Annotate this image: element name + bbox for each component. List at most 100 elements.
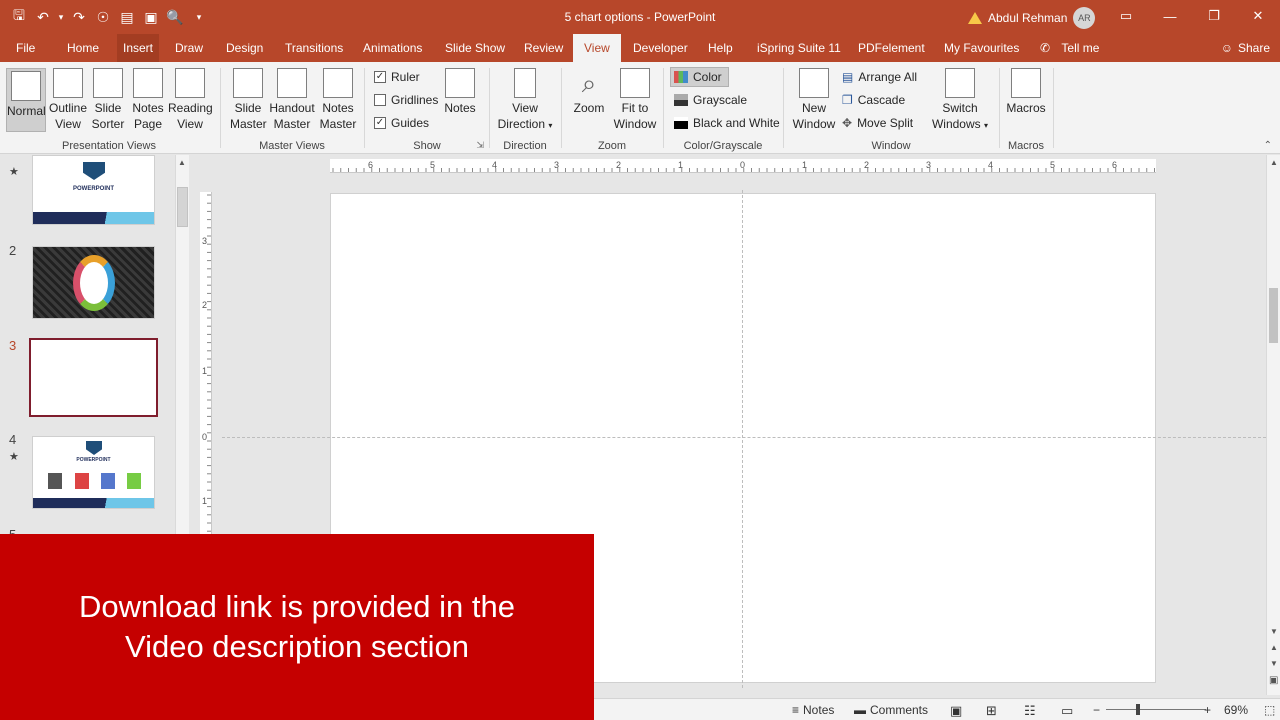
fit-slide-status-icon[interactable]: ⬚ (1264, 703, 1275, 717)
guides-checkbox[interactable]: ✓ Guides (374, 116, 429, 130)
scrollbar-thumb[interactable] (1269, 288, 1278, 343)
slide-master-button[interactable]: Slide Master (230, 68, 267, 132)
fit-slide-icon[interactable]: ▣ (1269, 675, 1278, 686)
tab-ispring[interactable]: iSpring Suite 11 (757, 34, 841, 62)
group-label: Master Views (259, 140, 325, 152)
tab-file[interactable]: File (16, 34, 35, 62)
tab-help[interactable]: Help (708, 34, 733, 62)
scrollbar-thumb[interactable] (177, 187, 188, 227)
slide-area-scrollbar[interactable]: ▲ ▼ ▲ ▼ ▣ (1266, 155, 1280, 695)
avatar[interactable]: AR (1073, 7, 1096, 29)
normal-view-status-icon[interactable]: ▣ (950, 703, 962, 719)
next-slide-icon[interactable]: ▼ (1270, 659, 1278, 668)
tab-pdfelement[interactable]: PDFelement (858, 34, 925, 62)
notes-status-button[interactable]: ≡ Notes (792, 703, 834, 717)
zoom-slider-thumb[interactable] (1136, 704, 1140, 715)
black-and-white-button[interactable]: Black and White (674, 116, 780, 130)
tab-developer[interactable]: Developer (633, 34, 688, 62)
arrange-all-button[interactable]: ▤ Arrange All (842, 70, 917, 84)
dialog-launcher-icon[interactable]: ⇲ (476, 140, 484, 151)
tab-view[interactable]: View (573, 34, 621, 62)
group-label: Zoom (597, 140, 627, 152)
notes-toggle-button[interactable]: Notes (442, 68, 478, 116)
gridlines-checkbox[interactable]: Gridlines (374, 93, 438, 107)
user-name: Abdul Rehman (988, 11, 1068, 25)
zoom-level[interactable]: 69% (1224, 703, 1248, 717)
checkbox-checked-icon[interactable]: ✓ (374, 117, 386, 129)
tab-slide-show[interactable]: Slide Show (445, 34, 505, 62)
zoom-button[interactable]: ⌕ Zoom (570, 68, 608, 116)
previous-slide-icon[interactable]: ▲ (1270, 643, 1278, 652)
tab-animations[interactable]: Animations (363, 34, 422, 62)
zoom-in-icon[interactable]: + (1204, 703, 1211, 717)
slide-show-status-icon[interactable]: ▭ (1061, 703, 1073, 719)
slide-thumbnail-3-selected[interactable] (29, 338, 158, 417)
slide-sorter-status-icon[interactable]: ⊞ (986, 703, 997, 719)
scroll-up-icon[interactable]: ▲ (1270, 158, 1278, 167)
scroll-up-icon[interactable]: ▲ (178, 158, 186, 167)
zoom-slider-track[interactable] (1106, 709, 1206, 710)
color-button[interactable]: Color (670, 67, 729, 87)
view-direction-button[interactable]: View Direction ▾ (494, 68, 556, 134)
outline-view-icon (53, 68, 83, 98)
notes-master-button[interactable]: Notes Master (318, 68, 358, 132)
slide-thumbnail-1[interactable]: POWERPOINT (32, 155, 155, 225)
new-window-button[interactable]: New Window (792, 68, 836, 132)
collapse-ribbon-icon[interactable]: ⌃ (1264, 140, 1272, 151)
title-bar: 🖫 ↶ ▾ ↷ ☉ ▤ ▣ 🔍 ▾ 5 chart options - Powe… (0, 0, 1280, 34)
horizontal-ruler[interactable]: 6 5 4 3 2 1 0 1 2 3 4 5 6 (330, 159, 1156, 173)
fit-to-window-button[interactable]: Fit to Window (612, 68, 658, 132)
slide-thumbnail-4[interactable]: POWERPOINT (32, 436, 155, 509)
notes-page-button[interactable]: Notes Page (130, 68, 166, 132)
restore-icon[interactable]: ❐ (1192, 0, 1236, 32)
group-label: Macros (1007, 140, 1045, 152)
ruler-checkbox[interactable]: ✓ Ruler (374, 70, 420, 84)
cascade-button[interactable]: ❐ Cascade (842, 93, 905, 107)
minimize-icon[interactable]: — (1148, 0, 1192, 32)
group-divider (220, 68, 221, 148)
handout-master-button[interactable]: Handout Master (268, 68, 316, 132)
move-split-button[interactable]: ✥ Move Split (842, 116, 913, 130)
slide-thumbnail-2[interactable] (32, 246, 155, 319)
scroll-down-icon[interactable]: ▼ (1270, 627, 1278, 636)
macros-button[interactable]: Macros (1004, 68, 1048, 116)
tab-draw[interactable]: Draw (175, 34, 203, 62)
checkbox-unchecked-icon[interactable] (374, 94, 386, 106)
ribbon-display-options-icon[interactable]: ▭ (1104, 0, 1148, 32)
tab-my-favourites[interactable]: My Favourites (944, 34, 1019, 62)
vertical-ruler[interactable]: 3 2 1 0 1 (200, 192, 212, 537)
vertical-guide[interactable] (742, 190, 743, 688)
warning-icon[interactable] (968, 12, 982, 24)
ruler-label: 5 (430, 160, 436, 170)
tab-transitions[interactable]: Transitions (285, 34, 343, 62)
ruler-label: 4 (988, 160, 994, 170)
reading-view-button[interactable]: Reading View (168, 68, 213, 132)
checkbox-checked-icon[interactable]: ✓ (374, 71, 386, 83)
share-button[interactable]: ☺ Share (1221, 34, 1270, 62)
close-icon[interactable]: ✕ (1236, 0, 1280, 32)
ruler-label: 0 (740, 160, 746, 170)
tell-me-search[interactable]: ✆ Tell me (1040, 34, 1099, 62)
reading-view-status-icon[interactable]: ☷ (1024, 703, 1036, 719)
switch-windows-button[interactable]: Switch Windows ▾ (928, 68, 992, 134)
tab-design[interactable]: Design (226, 34, 263, 62)
thumbnail-band (33, 498, 154, 508)
normal-view-button[interactable]: Normal (6, 68, 46, 132)
ruler-label: 0 (202, 432, 208, 442)
view-direction-label: Direction ▾ (497, 117, 553, 131)
user-account[interactable]: Abdul Rehman AR (968, 7, 1096, 29)
outline-view-button[interactable]: Outline View (49, 68, 87, 132)
horizontal-guide[interactable] (222, 437, 1266, 438)
window-controls: ▭ — ❐ ✕ (1104, 0, 1280, 32)
tab-review[interactable]: Review (524, 34, 563, 62)
thumbnail-title: POWERPOINT (72, 186, 114, 192)
slide-sorter-button[interactable]: Slide Sorter (90, 68, 126, 132)
ruler-label: 3 (926, 160, 932, 170)
tab-insert[interactable]: Insert (117, 34, 160, 62)
logo-icon (83, 162, 105, 180)
cascade-icon: ❐ (842, 93, 853, 107)
comments-status-button[interactable]: ▬ Comments (854, 703, 928, 717)
tab-home[interactable]: Home (67, 34, 99, 62)
grayscale-button[interactable]: Grayscale (674, 93, 747, 107)
zoom-out-icon[interactable]: − (1093, 703, 1100, 717)
